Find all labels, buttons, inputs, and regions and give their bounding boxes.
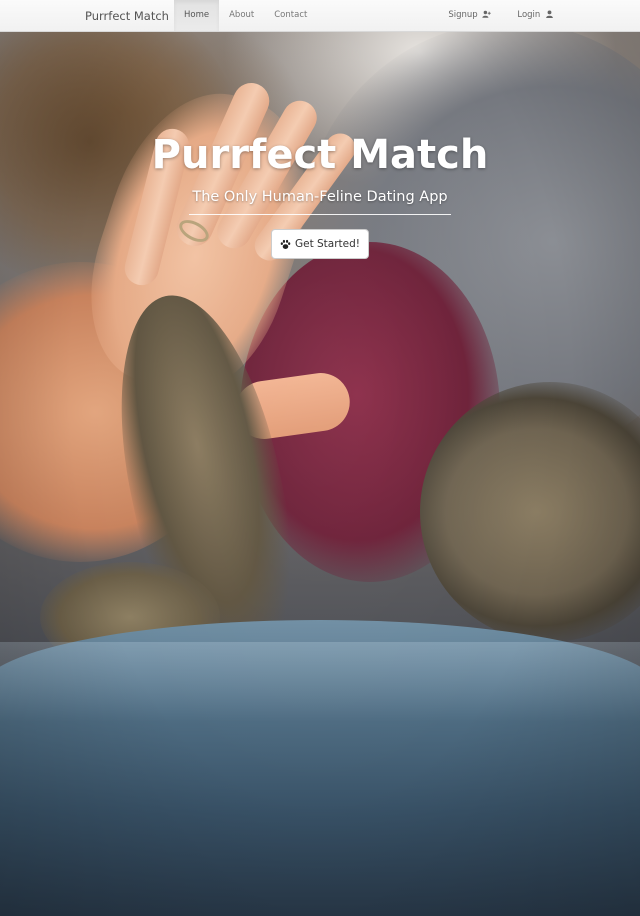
nav-login-link[interactable]: Login	[507, 0, 564, 31]
hero-divider	[189, 214, 451, 215]
navbar: Purrfect Match Home About Contact Signup…	[0, 0, 640, 32]
nav-signup-link[interactable]: Signup	[438, 0, 501, 31]
hero-content: Purrfect Match The Only Human-Feline Dat…	[0, 129, 640, 259]
nav-home-link[interactable]: Home	[174, 0, 220, 31]
hero-title: Purrfect Match	[151, 132, 489, 178]
brand-link[interactable]: Purrfect Match	[85, 0, 169, 32]
nav-about-link[interactable]: About	[219, 0, 264, 31]
get-started-label: Get Started!	[294, 238, 361, 250]
user-icon	[546, 10, 553, 18]
nav-auth-links: Signup Login	[438, 0, 564, 31]
page: Purrfect Match Home About Contact Signup…	[0, 0, 640, 916]
get-started-button[interactable]: Get Started!	[270, 229, 370, 259]
nav-links: Home About Contact	[174, 0, 317, 31]
hero-subtitle: The Only Human-Feline Dating App	[192, 189, 448, 205]
user-plus-icon	[482, 10, 492, 18]
nav-contact-link[interactable]: Contact	[264, 0, 317, 31]
login-label: Login	[517, 10, 541, 20]
paw-icon	[280, 239, 291, 249]
signup-label: Signup	[448, 10, 478, 20]
